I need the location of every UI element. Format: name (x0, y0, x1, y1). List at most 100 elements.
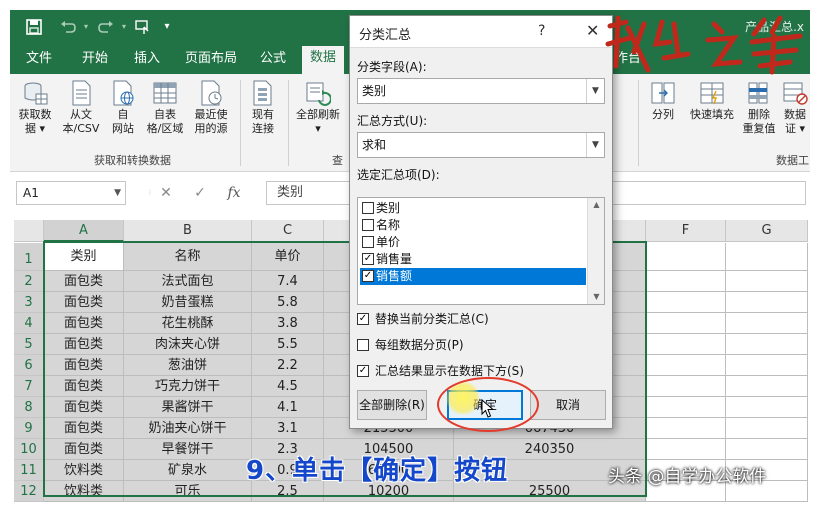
column-header-g[interactable]: G (726, 220, 808, 242)
row-header[interactable]: 3 (14, 292, 44, 313)
column-header-c[interactable]: C (252, 220, 324, 242)
cell-c[interactable]: 5.8 (252, 292, 324, 313)
subtotal-item[interactable]: 类别 (360, 200, 586, 217)
cell-g[interactable] (726, 439, 808, 460)
header-cell-a[interactable]: 类别 (44, 243, 124, 271)
chevron-down-icon[interactable]: ▼ (586, 79, 604, 103)
tab-data[interactable]: 数据 (302, 46, 345, 74)
column-header-a[interactable]: A (44, 220, 124, 242)
tab-workbench[interactable]: 作台 (615, 50, 641, 68)
redo-dropdown-icon[interactable]: ▾ (118, 16, 130, 38)
cell-g[interactable] (726, 271, 808, 292)
cell-g[interactable] (726, 355, 808, 376)
checkbox[interactable]: ✓ (357, 365, 369, 377)
function-select[interactable]: 求和 ▼ (357, 132, 605, 158)
cell-f[interactable] (646, 313, 726, 334)
cell-a[interactable]: 面包类 (44, 439, 124, 460)
scroll-up-icon[interactable]: ▲ (588, 198, 604, 212)
existing-connections-button[interactable]: 现有 连接 (244, 80, 282, 136)
cell-c[interactable]: 4.1 (252, 397, 324, 418)
checkbox[interactable]: ✓ (357, 313, 369, 325)
scroll-down-icon[interactable]: ▼ (588, 290, 604, 304)
header-cell-c[interactable]: 单价 (252, 243, 324, 271)
cell-c[interactable]: 2.2 (252, 355, 324, 376)
cell-c[interactable]: 3.8 (252, 313, 324, 334)
column-header-b[interactable]: B (124, 220, 252, 242)
cancel-icon[interactable]: ✕ (156, 183, 176, 203)
row-header[interactable]: 9 (14, 418, 44, 439)
list-scrollbar[interactable]: ▲ ▼ (587, 198, 604, 304)
tab-file[interactable]: 文件 (26, 50, 52, 68)
subtotal-item[interactable]: ✓ 销售量 (360, 251, 586, 268)
chevron-down-icon[interactable]: ▼ (114, 182, 121, 204)
group-field-select[interactable]: 类别 ▼ (357, 78, 605, 104)
cell-b[interactable]: 果酱饼干 (124, 397, 252, 418)
cell-b[interactable]: 花生桃酥 (124, 313, 252, 334)
cell-a[interactable]: 面包类 (44, 376, 124, 397)
remove-all-button[interactable]: 全部删除(R) (357, 390, 427, 420)
cell-b[interactable]: 早餐饼干 (124, 439, 252, 460)
checkbox[interactable] (362, 202, 374, 214)
column-header-f[interactable]: F (646, 220, 726, 242)
save-icon[interactable] (24, 16, 44, 38)
cell-b[interactable]: 巧克力饼干 (124, 376, 252, 397)
header-cell-f[interactable] (646, 243, 726, 271)
redo-icon[interactable] (96, 16, 116, 38)
cell-b[interactable]: 奶油夹心饼干 (124, 418, 252, 439)
row-header[interactable]: 8 (14, 397, 44, 418)
row-header[interactable]: 1 (14, 243, 44, 271)
cell-b[interactable]: 可乐 (124, 481, 252, 502)
cell-b[interactable]: 奶昔蛋糕 (124, 292, 252, 313)
cell-c[interactable]: 5.5 (252, 334, 324, 355)
cell-c[interactable]: 7.4 (252, 271, 324, 292)
checkbox[interactable]: ✓ (362, 253, 374, 265)
close-icon[interactable]: ✕ (586, 21, 599, 40)
cell-g[interactable] (726, 397, 808, 418)
cell-a[interactable]: 面包类 (44, 334, 124, 355)
row-header[interactable]: 11 (14, 460, 44, 481)
cell-f[interactable] (646, 376, 726, 397)
undo-icon[interactable] (58, 16, 78, 38)
recent-sources-button[interactable]: 最近使 用的源 (188, 80, 234, 136)
refresh-all-button[interactable]: 全部刷新 ▾ (290, 80, 346, 136)
checkbox[interactable] (362, 236, 374, 248)
header-cell-b[interactable]: 名称 (124, 243, 252, 271)
row-header[interactable]: 6 (14, 355, 44, 376)
touch-mode-icon[interactable] (132, 16, 154, 38)
checkbox[interactable] (362, 219, 374, 231)
from-text-csv-button[interactable]: 从文 本/CSV (58, 80, 104, 136)
cell-b[interactable]: 法式面包 (124, 271, 252, 292)
tab-formulas[interactable]: 公式 (260, 50, 286, 68)
cell-g[interactable] (726, 418, 808, 439)
get-data-button[interactable]: 获取数 据 ▾ (12, 80, 58, 136)
row-header[interactable]: 7 (14, 376, 44, 397)
cell-b[interactable]: 葱油饼 (124, 355, 252, 376)
row-header[interactable]: 10 (14, 439, 44, 460)
ok-button[interactable]: 确定 (447, 390, 523, 420)
tab-page-layout[interactable]: 页面布局 (185, 50, 237, 68)
cell-f[interactable] (646, 271, 726, 292)
data-validation-button[interactable]: 数据 证 ▾ (780, 80, 810, 136)
insert-function-icon[interactable]: fx (224, 183, 244, 203)
cell-g[interactable] (726, 292, 808, 313)
name-box[interactable]: A1 ▼ (16, 181, 126, 205)
cell-a[interactable]: 面包类 (44, 271, 124, 292)
cell-f[interactable] (646, 334, 726, 355)
cell-a[interactable]: 面包类 (44, 313, 124, 334)
help-icon[interactable]: ? (538, 23, 545, 39)
cell-a[interactable]: 饮料类 (44, 460, 124, 481)
chevron-down-icon[interactable]: ▼ (586, 133, 604, 157)
subtotal-item[interactable]: 单价 (360, 234, 586, 251)
option-checkbox[interactable]: 每组数据分页(P) (357, 337, 464, 355)
cell-f[interactable] (646, 355, 726, 376)
cell-a[interactable]: 面包类 (44, 355, 124, 376)
row-header[interactable]: 4 (14, 313, 44, 334)
cell-a[interactable]: 面包类 (44, 397, 124, 418)
flash-fill-button[interactable]: 快速填充 (684, 80, 740, 122)
customize-qat-icon[interactable]: ▾ (160, 16, 174, 38)
checkbox[interactable] (357, 339, 369, 351)
select-all-corner[interactable] (14, 220, 44, 242)
checkbox[interactable]: ✓ (362, 270, 374, 282)
subtotal-item[interactable]: 名称 (360, 217, 586, 234)
remove-duplicates-button[interactable]: 删除 重复值 (740, 80, 778, 136)
